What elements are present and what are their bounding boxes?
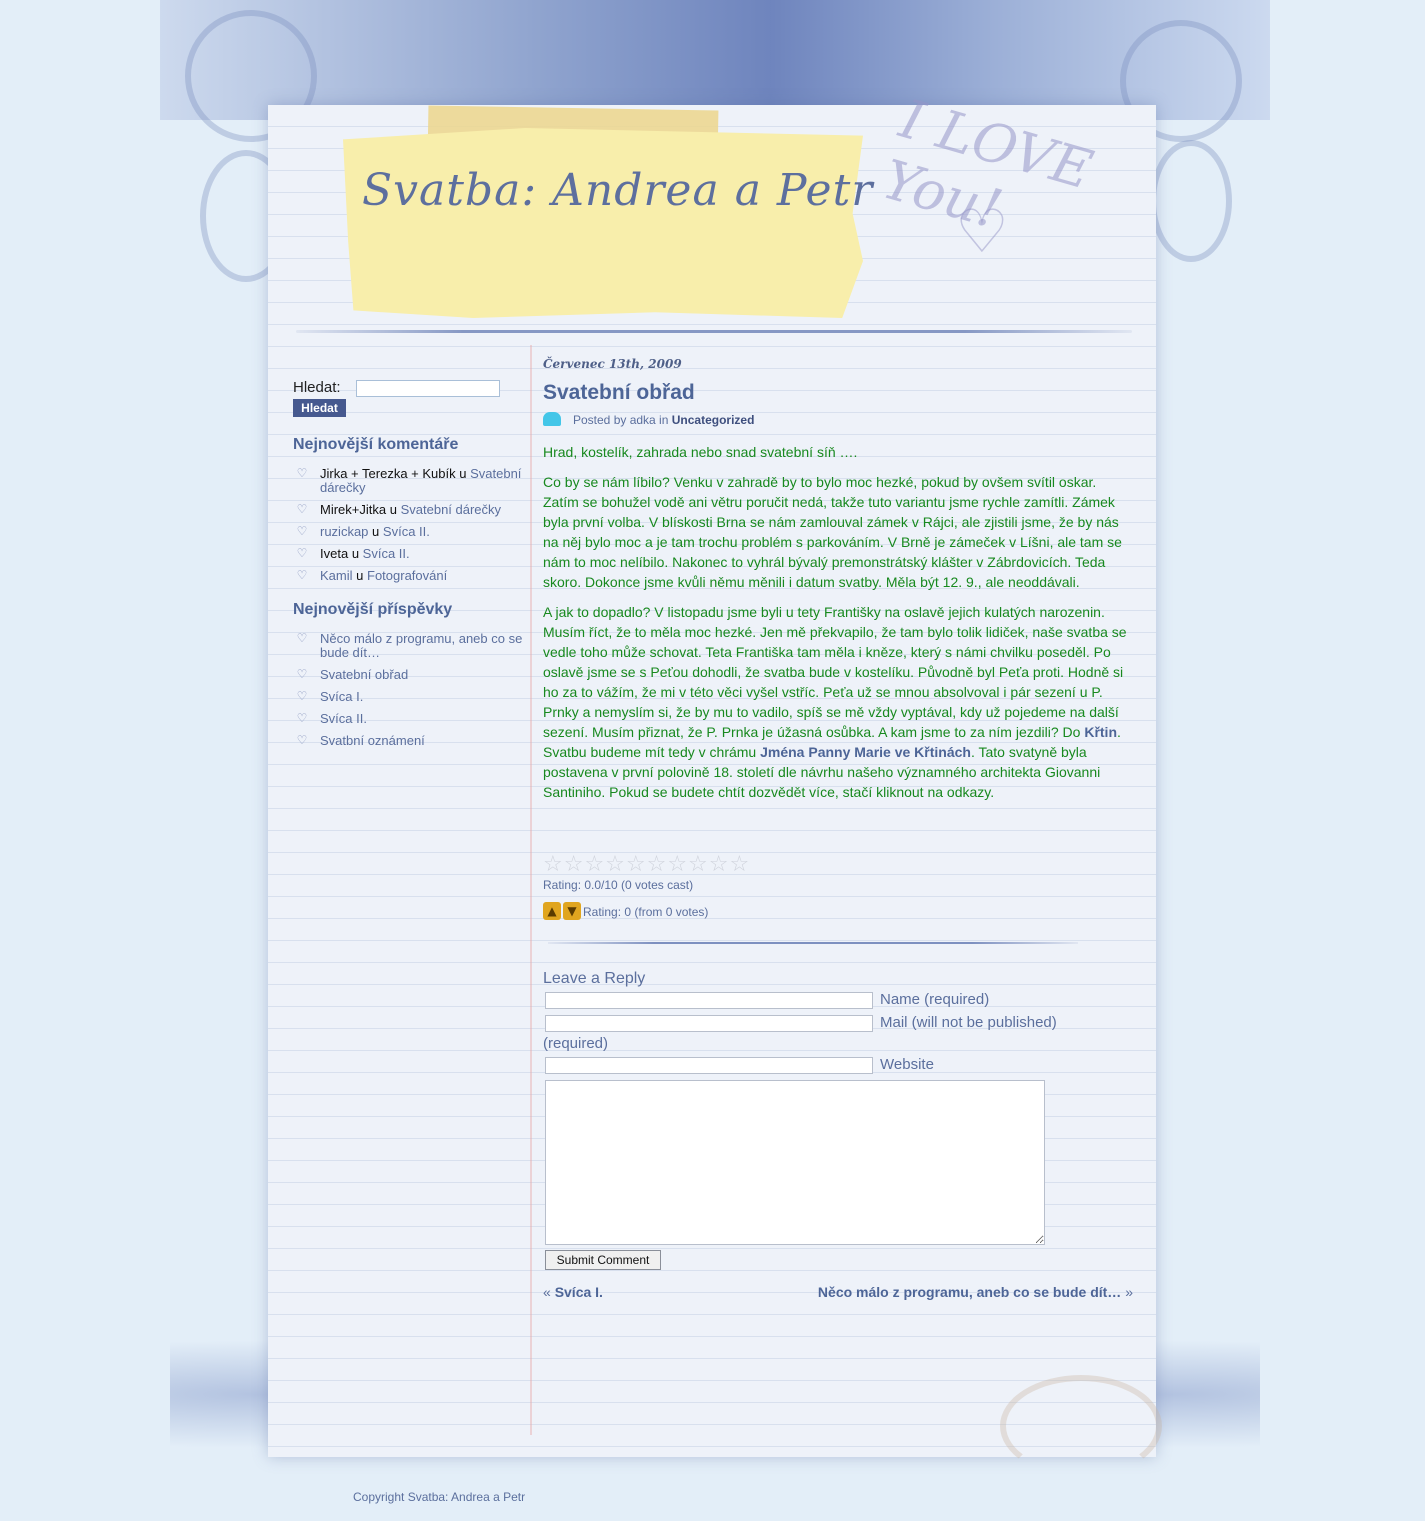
- comment-author-link[interactable]: ruzickap: [320, 524, 368, 539]
- comment-post-link[interactable]: Svatební dárečky: [401, 502, 501, 517]
- header-note: [343, 128, 863, 318]
- church-link[interactable]: Jména Panny Marie ve Křtinách: [760, 744, 971, 760]
- heart-icon: ♡: [296, 733, 308, 747]
- heart-icon: ♡: [296, 502, 308, 516]
- list-item: ♡ Něco málo z programu, aneb co se bude …: [293, 632, 525, 660]
- thumbs-up-icon[interactable]: ▲: [543, 902, 561, 920]
- comment-separator: u: [356, 568, 364, 583]
- comment-separator: u: [389, 502, 397, 517]
- list-item: ♡ Jirka + Terezka + Kubík u Svatební dár…: [293, 467, 525, 495]
- thumbs-down-icon[interactable]: ▼: [563, 902, 581, 920]
- heart-icon: ♡: [296, 568, 308, 582]
- website-field[interactable]: [545, 1057, 873, 1074]
- post-title[interactable]: Svatební obřad: [543, 381, 695, 405]
- post-paragraph: Hrad, kostelík, zahrada nebo snad svateb…: [543, 444, 858, 460]
- next-post-link[interactable]: Něco málo z programu, aneb co se bude dí…: [818, 1284, 1121, 1300]
- search-button[interactable]: Hledat: [293, 399, 346, 417]
- post-paragraph: A jak to dopadlo? V listopadu jsme byli …: [543, 602, 1133, 802]
- next-arrow: »: [1125, 1284, 1133, 1300]
- name-label: Name (required): [880, 991, 990, 1008]
- comment-textarea[interactable]: [545, 1080, 1045, 1245]
- list-item: ♡ Mirek+Jitka u Svatební dárečky: [293, 503, 525, 517]
- recent-post-link[interactable]: Svatební obřad: [320, 667, 408, 682]
- recent-posts-list: ♡ Něco málo z programu, aneb co se bude …: [293, 632, 525, 756]
- copyright: Copyright Svatba: Andrea a Petr: [353, 1490, 526, 1504]
- category-link[interactable]: Uncategorized: [672, 413, 755, 427]
- krtiny-link[interactable]: Křtin: [1084, 724, 1117, 740]
- comment-post-link[interactable]: Svíca II.: [383, 524, 430, 539]
- mail-field[interactable]: [545, 1015, 873, 1032]
- comment-separator: u: [351, 546, 360, 561]
- recent-comments-title: Nejnovější komentáře: [293, 436, 459, 453]
- margin-line: [530, 345, 532, 1435]
- site-title[interactable]: Svatba: Andrea a Petr: [362, 165, 872, 216]
- heart-icon: ♡: [296, 689, 308, 703]
- recent-comments-list: ♡ Jirka + Terezka + Kubík u Svatební dár…: [293, 467, 525, 591]
- comment-author: Jirka + Terezka + Kubík: [320, 466, 456, 481]
- heart-icon: ♡: [296, 631, 308, 645]
- previous-post-link[interactable]: Svíca I.: [555, 1284, 603, 1300]
- mail-label: Mail (will not be published): [880, 1014, 1057, 1031]
- list-item: ♡ Kamil u Fotografování: [293, 569, 525, 583]
- previous-post-nav: « Svíca I.: [543, 1284, 603, 1300]
- heart-icon: ♡: [955, 197, 1009, 267]
- post-text: A jak to dopadlo? V listopadu jsme byli …: [543, 604, 1127, 740]
- list-item: ♡ Svíca I.: [293, 690, 525, 704]
- heart-icon: ♡: [296, 524, 308, 538]
- comment-author: Mirek+Jitka: [320, 502, 387, 517]
- comment-author-link[interactable]: Kamil: [320, 568, 353, 583]
- previous-arrow: «: [543, 1284, 551, 1300]
- recent-posts-title: Nejnovější příspěvky: [293, 601, 453, 618]
- leave-reply-title: Leave a Reply: [543, 970, 646, 987]
- heart-icon: ♡: [296, 667, 308, 681]
- list-item: ♡ Svatbní oznámení: [293, 734, 525, 748]
- list-item: ♡ Svíca II.: [293, 712, 525, 726]
- heart-icon: ♡: [296, 711, 308, 725]
- thumb-rating-text: Rating: 0 (from 0 votes): [583, 905, 709, 919]
- list-item: ♡ Iveta u Svíca II.: [293, 547, 525, 561]
- search-input[interactable]: [356, 380, 500, 397]
- submit-comment-button[interactable]: Submit Comment: [545, 1250, 661, 1270]
- comment-separator: u: [459, 466, 467, 481]
- recent-post-link[interactable]: Svíca II.: [320, 711, 367, 726]
- post-body: Hrad, kostelík, zahrada nebo snad svateb…: [543, 442, 1133, 812]
- website-label: Website: [880, 1056, 934, 1073]
- comment-post-link[interactable]: Svíca II.: [363, 546, 410, 561]
- post-divider: [548, 942, 1078, 944]
- heart-icon: ♡: [296, 466, 308, 480]
- recent-post-link[interactable]: Něco málo z programu, aneb co se bude dí…: [320, 631, 522, 660]
- star-rating-text: Rating: 0.0/10 (0 votes cast): [543, 878, 694, 892]
- next-post-nav: Něco málo z programu, aneb co se bude dí…: [818, 1284, 1133, 1300]
- post-date: Červenec 13th, 2009: [543, 357, 682, 371]
- swirl-decoration: [1150, 140, 1232, 262]
- header-divider: [296, 330, 1132, 333]
- list-item: ♡ ruzickap u Svíca II.: [293, 525, 525, 539]
- heart-icon: ♡: [296, 546, 308, 560]
- star-rating[interactable]: ☆☆☆☆☆☆☆☆☆☆: [543, 852, 750, 877]
- coffee-stain-decoration: [1000, 1375, 1162, 1477]
- post-meta: Posted by adka in Uncategorized: [543, 412, 754, 427]
- list-item: ♡ Svatební obřad: [293, 668, 525, 682]
- comment-separator: u: [372, 524, 380, 539]
- user-icon: [543, 412, 561, 426]
- post-paragraph: Co by se nám líbilo? Venku v zahradě by …: [543, 474, 1122, 590]
- comment-post-link[interactable]: Fotografování: [367, 568, 447, 583]
- post-meta-prefix: Posted by adka in: [573, 413, 669, 427]
- recent-post-link[interactable]: Svatbní oznámení: [320, 733, 425, 748]
- comment-author: Iveta: [320, 546, 349, 561]
- header-background-art: [160, 0, 1270, 120]
- search-label: Hledat:: [293, 379, 341, 396]
- mail-required-label: (required): [543, 1035, 609, 1052]
- recent-post-link[interactable]: Svíca I.: [320, 689, 363, 704]
- name-field[interactable]: [545, 992, 873, 1009]
